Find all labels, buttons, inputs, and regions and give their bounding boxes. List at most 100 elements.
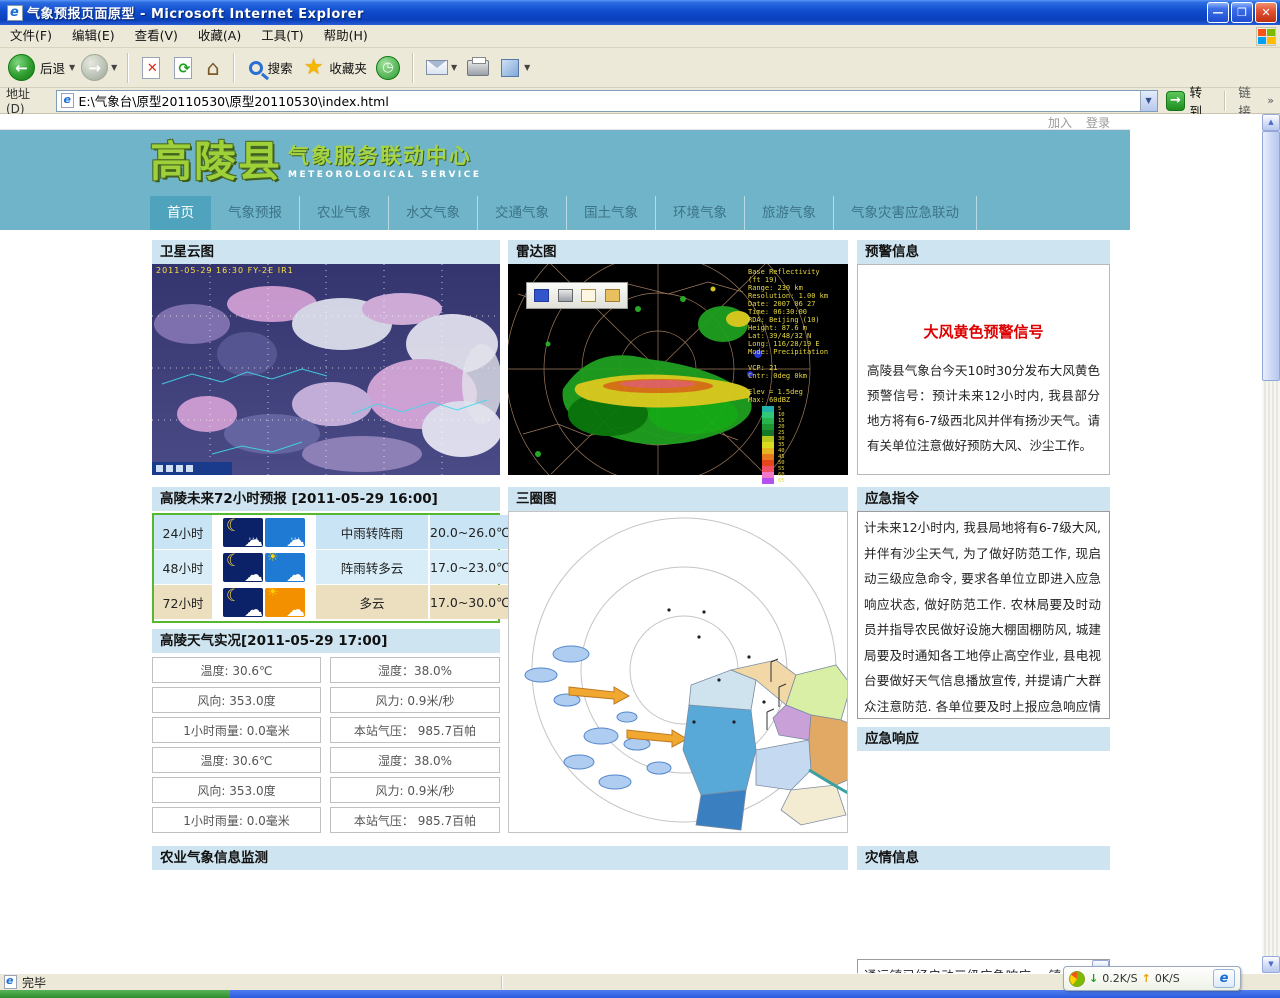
back-label[interactable]: 后退	[40, 58, 65, 77]
login-link[interactable]: 登录	[1086, 114, 1110, 129]
radar-meta-line	[748, 356, 844, 364]
command-panel-body: 计未来12小时内, 我县局地将有6-7级大风, 并伴有沙尘天气, 为了做好防范工…	[857, 511, 1110, 719]
favorites-star-icon[interactable]: ★	[304, 56, 324, 80]
join-link[interactable]: 加入	[1048, 114, 1072, 129]
save-icon[interactable]	[534, 289, 549, 302]
mail-dropdown-icon[interactable]: ▼	[451, 63, 457, 72]
scrollbar-thumb[interactable]	[1262, 131, 1280, 381]
stop-button[interactable]: ✕	[142, 57, 160, 79]
warning-panel-body: 大风黄色预警信号 高陵县气象台今天10时30分发布大风黄色预警信号：预计未来12…	[857, 264, 1110, 475]
satellite-overlay-text: 2011-05-29 16:30 FY-2E IR1	[156, 266, 294, 275]
close-button[interactable]: ✕	[1255, 2, 1277, 23]
go-arrow-icon[interactable]: →	[1166, 91, 1186, 111]
legend-swatch	[762, 436, 774, 442]
print-button[interactable]	[467, 60, 489, 76]
nav-item[interactable]: 交通气象	[478, 196, 567, 230]
search-icon[interactable]	[249, 61, 263, 75]
warning-panel-title: 预警信息	[857, 240, 1110, 264]
circles-map[interactable]	[508, 511, 848, 833]
warning-headline: 大风黄色预警信号	[867, 321, 1100, 342]
forecast-temp: 20.0~26.0℃	[430, 515, 510, 549]
day-sun-cloud-icon: ☀☁	[265, 553, 305, 582]
radar-legend-row: 65	[762, 478, 844, 484]
live-cell: 风力: 0.9米/秒	[330, 687, 500, 713]
satellite-cloud-graphic	[152, 264, 500, 475]
live-weather-grid: 温度: 30.6℃湿度：38.0%风向: 353.0度风力: 0.9米/秒1小时…	[152, 657, 500, 833]
search-label[interactable]: 搜索	[268, 58, 293, 77]
legend-swatch	[762, 442, 774, 448]
satellite-image[interactable]: 2011-05-29 16:30 FY-2E IR1	[152, 264, 500, 475]
forward-dropdown-icon[interactable]: ▼	[111, 63, 117, 72]
circles-panel-title: 三圈图	[508, 487, 848, 511]
menu-item[interactable]: 工具(T)	[251, 25, 313, 47]
address-dropdown-button[interactable]: ▼	[1140, 91, 1157, 111]
logo-service: 气象服务联动中心	[288, 144, 482, 168]
net-speed-widget[interactable]: ↓ 0.2K/S ↑ 0K/S e	[1063, 966, 1241, 991]
start-button-fragment[interactable]	[0, 990, 230, 998]
maximize-button[interactable]: ❐	[1231, 2, 1253, 23]
ie-badge-icon[interactable]: e	[1213, 969, 1235, 988]
favorites-label[interactable]: 收藏夹	[329, 58, 367, 77]
nav-item[interactable]: 水文气象	[389, 196, 478, 230]
forecast-table: 24小时☾☁'''☁'''中雨转阵雨20.0~26.0℃48小时☾☁☀☁阵雨转多…	[152, 513, 500, 623]
radar-meta-line	[748, 380, 844, 388]
minimize-button[interactable]: —	[1207, 2, 1229, 23]
browser-window: e 气象预报页面原型 - Microsoft Internet Explorer…	[0, 0, 1280, 998]
menu-item[interactable]: 帮助(H)	[314, 25, 378, 47]
nav-item[interactable]: 农业气象	[300, 196, 389, 230]
nav-item[interactable]: 旅游气象	[745, 196, 834, 230]
menu-item[interactable]: 文件(F)	[0, 25, 62, 47]
radar-legend: 5101520253035404550556065	[748, 406, 844, 484]
nav-item[interactable]: 国土气象	[567, 196, 656, 230]
address-value[interactable]: E:\气象台\原型20110530\原型20110530\index.html	[78, 91, 1139, 110]
forecast-desc: 多云	[316, 585, 428, 619]
security-shield-icon[interactable]	[1069, 971, 1085, 987]
toolbar-separator	[412, 53, 414, 83]
print-icon[interactable]	[558, 289, 573, 302]
history-button[interactable]: ◷	[376, 56, 400, 80]
menu-item[interactable]: 收藏(A)	[188, 25, 251, 47]
mail-button[interactable]	[426, 60, 448, 75]
night-cloud-icon: ☾☁	[223, 553, 263, 582]
back-dropdown-icon[interactable]: ▼	[69, 63, 75, 72]
legend-swatch	[762, 466, 774, 472]
live-cell: 本站气压： 985.7百帕	[330, 717, 500, 743]
radar-meta: Base Reflectivity(ft 19)Range: 230 kmRes…	[748, 268, 844, 484]
nav-item[interactable]: 环境气象	[656, 196, 745, 230]
page-scrollbar[interactable]: ▲ ▼	[1262, 114, 1280, 973]
menu-item[interactable]: 编辑(E)	[62, 25, 125, 47]
radar-meta-line: Lat: 39/48/32 N	[748, 332, 844, 340]
edit-dropdown-icon[interactable]: ▼	[524, 63, 530, 72]
command-panel-title: 应急指令	[857, 487, 1110, 511]
menu-item[interactable]: 查看(V)	[125, 25, 188, 47]
upload-arrow-icon: ↑	[1142, 972, 1151, 985]
legend-swatch	[762, 430, 774, 436]
window-title: 气象预报页面原型 - Microsoft Internet Explorer	[27, 3, 1205, 22]
nav-item[interactable]: 气象灾害应急联动	[834, 196, 977, 230]
back-button[interactable]: ←	[8, 54, 35, 81]
nav-item[interactable]: 首页	[150, 196, 211, 230]
radar-toolbar	[526, 282, 628, 309]
agri-panel-title: 农业气象信息监测	[152, 846, 848, 870]
toolbar-separator	[127, 53, 129, 83]
scroll-down-icon[interactable]: ▼	[1262, 956, 1280, 973]
forward-button[interactable]: →	[81, 54, 108, 81]
refresh-button[interactable]: ⟳	[174, 57, 192, 79]
radar-meta-line: Cntr: 0deg 0km	[748, 372, 844, 380]
radar-panel-title: 雷达图	[508, 240, 848, 264]
folder-icon[interactable]	[605, 289, 620, 302]
nav-item[interactable]: 气象预报	[211, 196, 300, 230]
radar-meta-line: Long: 116/28/19 E	[748, 340, 844, 348]
download-arrow-icon: ↓	[1089, 972, 1098, 985]
mail-icon[interactable]	[581, 289, 596, 302]
radar-image[interactable]: Base Reflectivity(ft 19)Range: 230 kmRes…	[508, 264, 848, 475]
home-button[interactable]: ⌂	[206, 55, 219, 81]
forecast-icons: ☾☁☀☁	[214, 550, 314, 584]
forecast-period: 24小时	[154, 515, 212, 549]
links-chevron-icon[interactable]: »	[1267, 94, 1274, 107]
taskbar[interactable]	[0, 990, 1280, 998]
edit-button[interactable]	[501, 59, 519, 77]
forecast-row: 72小时☾☁☀☁多云17.0~30.0℃	[154, 585, 498, 619]
scroll-up-icon[interactable]: ▲	[1262, 114, 1280, 131]
address-input[interactable]: e E:\气象台\原型20110530\原型20110530\index.htm…	[56, 90, 1157, 112]
